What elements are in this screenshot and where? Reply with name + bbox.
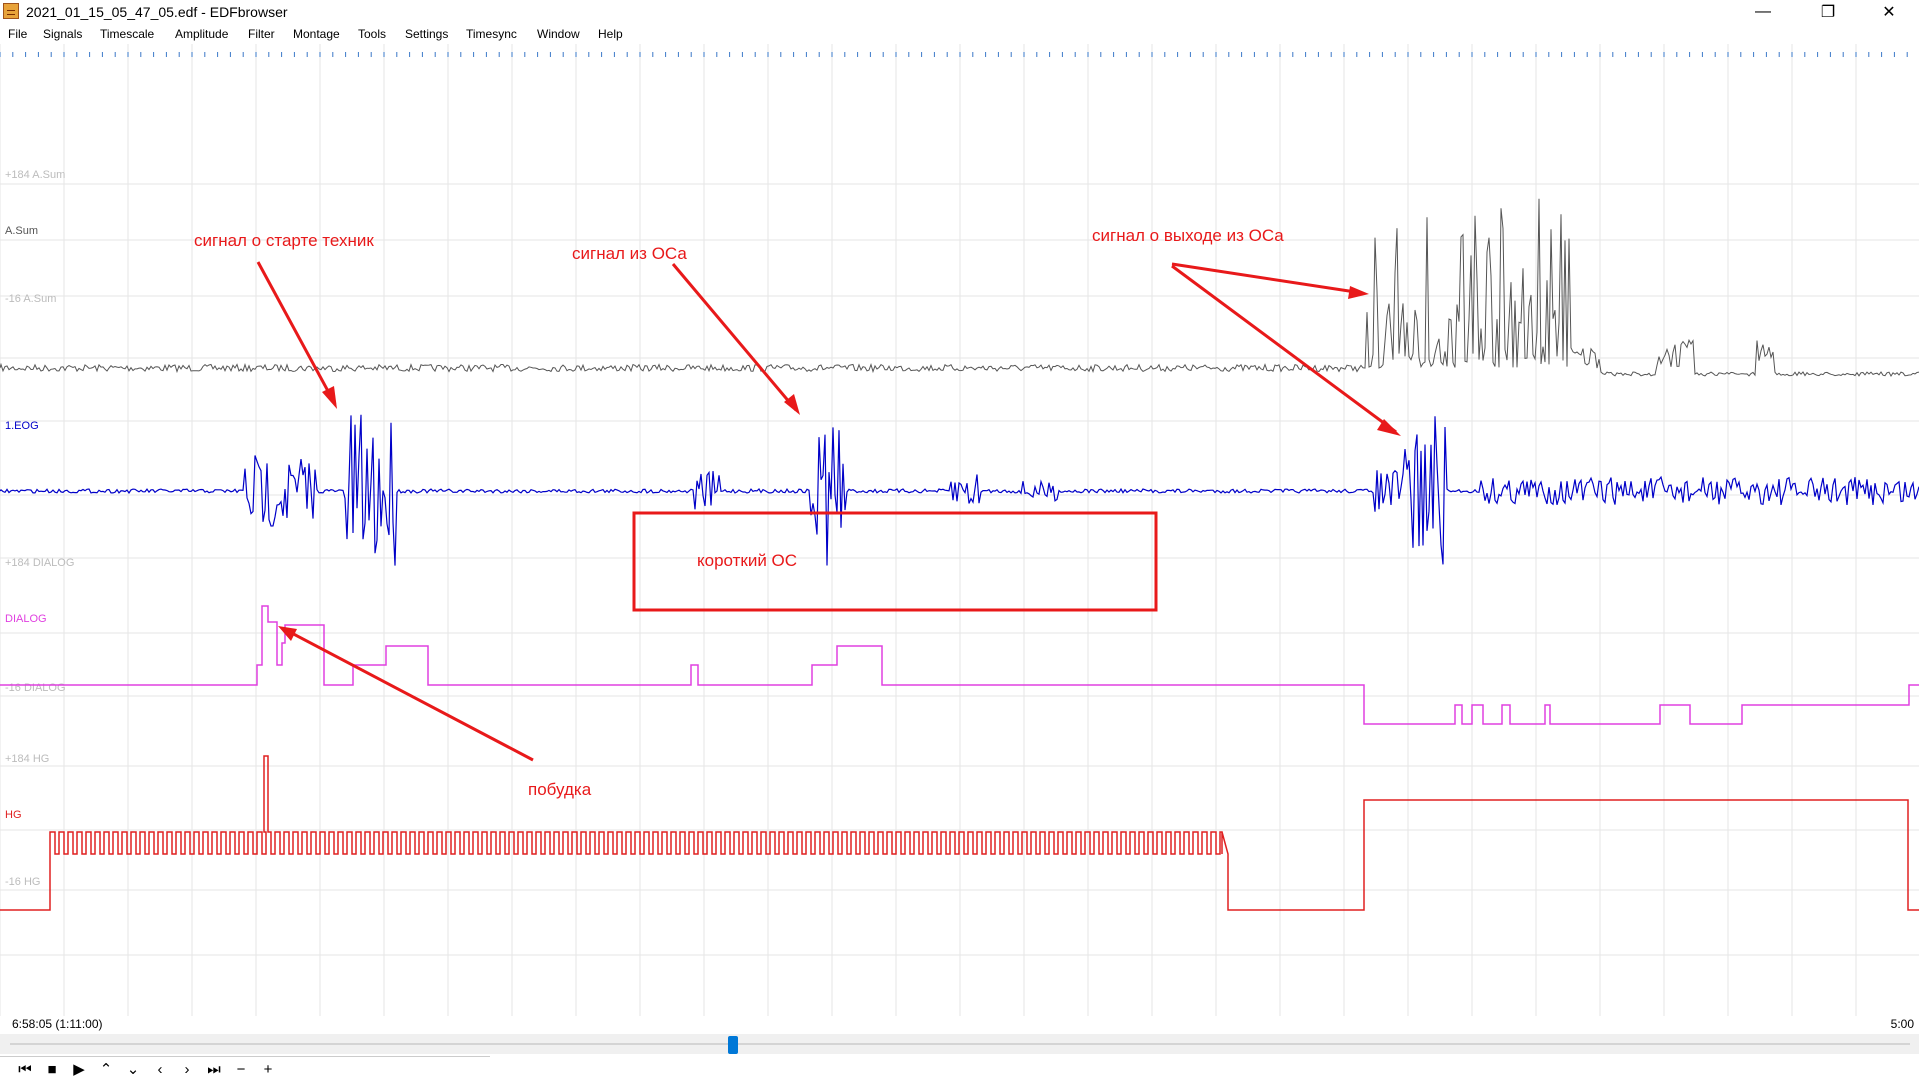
start-signal-annotation: сигнал о старте техник [194, 231, 374, 250]
navigation-toolbar: ⏮ ■ ▶ ⌃ ⌄ ‹ › ⏭ − + [0, 1056, 490, 1080]
scrollbar-track[interactable] [10, 1043, 1910, 1045]
grid [0, 44, 1919, 1016]
scrollbar-thumb[interactable] [728, 1036, 739, 1054]
menu-settings[interactable]: Settings [405, 27, 448, 41]
rem-signal-annotation: сигнал из ОСа [572, 244, 687, 263]
start-time-label: 6:58:05 (1:11:00) [12, 1017, 103, 1031]
chevron-right-icon[interactable]: › [176, 1059, 198, 1079]
menu-timesync[interactable]: Timesync [466, 27, 517, 41]
wakeup-annotation: побудка [528, 780, 592, 799]
minus-icon[interactable]: − [230, 1059, 252, 1079]
eog-label: 1.EOG [5, 420, 39, 432]
menu-bar: File Signals Timescale Amplitude Filter … [0, 24, 1919, 44]
hg-label: HG [5, 809, 22, 821]
chevron-left-icon[interactable]: ‹ [149, 1059, 171, 1079]
end-time-label: 5:00 [1890, 1017, 1914, 1031]
wakeup-arrow [283, 627, 534, 762]
maximize-button[interactable]: ❐ [1805, 0, 1851, 24]
time-scrollbar[interactable] [0, 1034, 1919, 1054]
arrowhead-icon [322, 386, 337, 409]
start-signal-arrow [256, 261, 337, 405]
menu-window[interactable]: Window [537, 27, 580, 41]
last-icon[interactable]: ⏭ [203, 1059, 225, 1079]
play-icon[interactable]: ▶ [68, 1059, 90, 1079]
menu-help[interactable]: Help [598, 27, 623, 41]
asum-label: A.Sum [5, 225, 38, 237]
menu-file[interactable]: File [8, 27, 27, 41]
menu-timescale[interactable]: Timescale [100, 27, 154, 41]
exit-signal-annotation: сигнал о выходе из ОСа [1092, 226, 1284, 245]
annotation-layer: сигнал о старте техник сигнал из ОСа сиг… [194, 226, 1401, 799]
signal-plot[interactable]: +184 A.Sum A.Sum -16 A.Sum 1.EOG +184 DI… [0, 44, 1919, 1016]
app-icon [3, 3, 19, 19]
exit-signal-arrow-lower [1171, 264, 1397, 434]
dialog-label: DIALOG [5, 613, 47, 625]
asum-scale-top: +184 A.Sum [5, 169, 65, 181]
time-ticks [0, 52, 1908, 57]
menu-tools[interactable]: Tools [358, 27, 386, 41]
chevron-down-icon[interactable]: ⌄ [122, 1059, 144, 1079]
asum-scale-bottom: -16 A.Sum [5, 293, 56, 305]
menu-montage[interactable]: Montage [293, 27, 340, 41]
minimize-button[interactable]: — [1740, 0, 1786, 24]
chevron-up-icon[interactable]: ⌃ [95, 1059, 117, 1079]
menu-filter[interactable]: Filter [248, 27, 275, 41]
menu-amplitude[interactable]: Amplitude [175, 27, 228, 41]
bottom-panel: 6:58:05 (1:11:00) 5:00 ⏮ ■ ▶ ⌃ ⌄ ‹ › ⏭ −… [0, 1016, 1919, 1080]
dialog-scale-top: +184 DIALOG [5, 557, 74, 569]
dialog-scale-bottom: -16 DIALOG [5, 682, 66, 694]
short-rem-annotation: короткий ОС [697, 551, 797, 570]
title-bar: 2021_01_15_05_47_05.edf - EDFbrowser — ❐… [0, 0, 1919, 24]
hg-scale-bottom: -16 HG [5, 876, 40, 888]
close-button[interactable]: ✕ [1866, 0, 1912, 24]
rem-signal-arrow [671, 263, 798, 411]
window-title: 2021_01_15_05_47_05.edf - EDFbrowser [26, 4, 288, 20]
menu-signals[interactable]: Signals [43, 27, 82, 41]
hg-scale-top: +184 HG [5, 753, 49, 765]
arrowhead-icon [1348, 286, 1369, 299]
plus-icon[interactable]: + [257, 1059, 279, 1079]
first-icon[interactable]: ⏮ [14, 1059, 36, 1079]
stop-icon[interactable]: ■ [41, 1059, 63, 1079]
